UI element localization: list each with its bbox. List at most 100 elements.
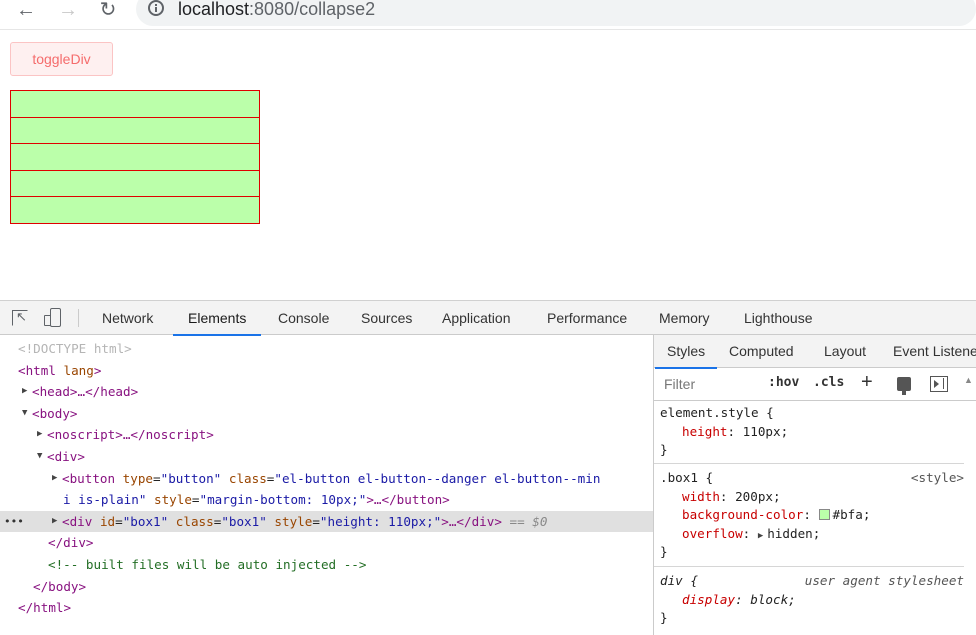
value-text: "margin-bottom: 10px;" [199,492,367,508]
selector-text: element.style { [660,405,774,420]
rule-close: } [654,609,964,628]
tag-text: <button [62,470,116,486]
tree-line-html[interactable]: <html lang> [0,360,653,382]
site-info-icon[interactable] [148,0,164,16]
tree-line-button-wrap[interactable]: i is-plain" style="margin-bottom: 10px;"… [0,489,653,511]
box1-container [10,90,260,224]
reload-icon[interactable]: ↻ [94,0,122,22]
tree-line-div[interactable]: ▼ <div> [0,446,653,468]
brace-text: } [660,442,668,457]
tag-text: <div> [47,449,85,464]
filter-input[interactable]: Filter [664,376,695,392]
collapsed-triangle-icon[interactable]: ▶ [52,468,62,490]
address-bar[interactable]: localhost:8080/collapse2 [136,0,976,26]
tab-lighthouse[interactable]: Lighthouse [743,301,814,335]
selector-text: .box1 { [660,470,714,485]
tag-text: <body> [32,405,78,421]
tab-application[interactable]: Application [441,301,512,335]
doctype-text: <!DOCTYPE html> [18,341,132,356]
url-text[interactable]: localhost:8080/collapse2 [178,0,375,20]
value-text: "box1" [221,513,267,529]
property-value: #bfa; [832,507,871,522]
comment-text: <!-- built files will be auto injected -… [48,557,367,572]
back-arrow-icon[interactable]: ← [12,0,40,22]
toolbar-divider [78,309,79,327]
paint-brush-icon[interactable] [897,377,911,395]
attr-text: id [99,513,116,529]
tab-computed[interactable]: Computed [729,335,794,368]
tree-line-selected-div[interactable]: ••• ▶ <div id="box1" class="box1" style="… [0,510,653,533]
device-toolbar-icon[interactable] [44,308,62,328]
value-text: "height: 110px;" [319,513,442,529]
value-text: i is-plain" [63,492,147,508]
property-name: background-color [682,507,804,522]
expanded-triangle-icon[interactable]: ▼ [37,446,47,468]
collapsed-triangle-icon[interactable]: ▶ [22,381,32,403]
tree-line-comment[interactable]: <!-- built files will be auto injected -… [0,554,653,576]
box-row [10,116,260,145]
cls-toggle[interactable]: .cls [813,375,844,390]
collapsed-triangle-icon[interactable]: ▶ [52,511,62,533]
tree-line-body[interactable]: ▼ <body> [0,403,653,425]
tag-text: >…</div> [441,513,502,529]
tab-elements[interactable]: Elements [172,301,262,336]
more-actions-icon[interactable]: ••• [4,511,24,533]
collapsed-triangle-icon[interactable]: ▶ [37,424,47,446]
new-style-rule-icon[interactable]: + [861,371,873,394]
tab-memory[interactable]: Memory [658,301,711,335]
tag-text: <head>…</head> [32,384,139,400]
tree-line-head[interactable]: ▶ <head>…</head> [0,381,653,403]
tree-line-doctype[interactable]: <!DOCTYPE html> [0,338,653,360]
rule-selector[interactable]: div {user agent stylesheet [654,572,964,591]
rule-origin-link[interactable]: <style> [911,469,964,488]
forward-arrow-icon[interactable]: → [54,0,82,22]
tag-text: <html [18,362,56,378]
expanded-triangle-icon[interactable]: ▼ [22,403,32,425]
tree-line-html-close[interactable]: </html> [0,597,653,619]
tab-network[interactable]: Network [101,301,154,335]
tag-text: <div [62,513,93,529]
tab-styles[interactable]: Styles [654,335,718,369]
box-row [10,143,260,171]
tree-line-noscript[interactable]: ▶ <noscript>…</noscript> [0,424,653,446]
color-swatch-icon[interactable] [818,509,830,520]
tab-sources[interactable]: Sources [360,301,413,335]
rule-origin-text: user agent stylesheet [804,573,964,588]
tab-performance[interactable]: Performance [546,301,628,335]
tag-text: <noscript>…</noscript> [47,427,214,443]
scroll-up-arrow-icon[interactable]: ▲ [964,375,973,385]
rule-selector[interactable]: element.style { [654,404,964,423]
attr-text: type [122,470,154,486]
tree-line-button[interactable]: ▶ <button type="button" class="el-button … [0,468,653,490]
styles-tab-bar: Styles Computed Layout Event Listene [654,335,976,369]
value-text: "el-button el-button--danger el-button--… [274,470,601,486]
rule-selector[interactable]: .box1 { <style> [654,469,964,488]
rule-element-style: element.style { height: 110px; } [654,404,964,464]
devtools-tab-bar: Network Elements Console Sources Applica… [0,301,976,336]
attr-text: style [274,513,313,529]
rule-close: } [654,543,964,562]
hov-toggle[interactable]: :hov [768,375,799,390]
rule-declaration[interactable]: height: 110px; [654,423,964,442]
rule-declaration[interactable]: overflow: ▶ hidden; [654,525,964,544]
styles-pane: Styles Computed Layout Event Listene Fil… [653,335,976,635]
tab-console[interactable]: Console [277,301,330,335]
selected-marker: == $0 [509,513,548,529]
rule-declaration[interactable]: display: block; [654,591,964,610]
rule-declaration[interactable]: width: 200px; [654,488,964,507]
rule-declaration[interactable]: background-color: #bfa; [654,506,964,525]
toggle-div-button[interactable]: toggleDiv [10,42,113,76]
attr-text: class [175,513,214,529]
tag-text: >…</button> [366,492,450,508]
tab-event-listeners[interactable]: Event Listene [893,335,976,368]
tree-line-div-close[interactable]: </div> [0,532,653,554]
url-host: localhost [178,0,250,19]
tree-line-body-close[interactable]: </body> [0,576,653,598]
property-value: 200px; [735,488,781,504]
inspect-element-icon[interactable] [12,309,28,326]
value-text: "button" [160,470,222,486]
expand-shorthand-icon[interactable]: ▶ [758,531,763,541]
property-name: width [682,488,720,504]
tab-layout[interactable]: Layout [824,335,866,368]
toggle-sidebar-icon[interactable] [930,376,948,392]
